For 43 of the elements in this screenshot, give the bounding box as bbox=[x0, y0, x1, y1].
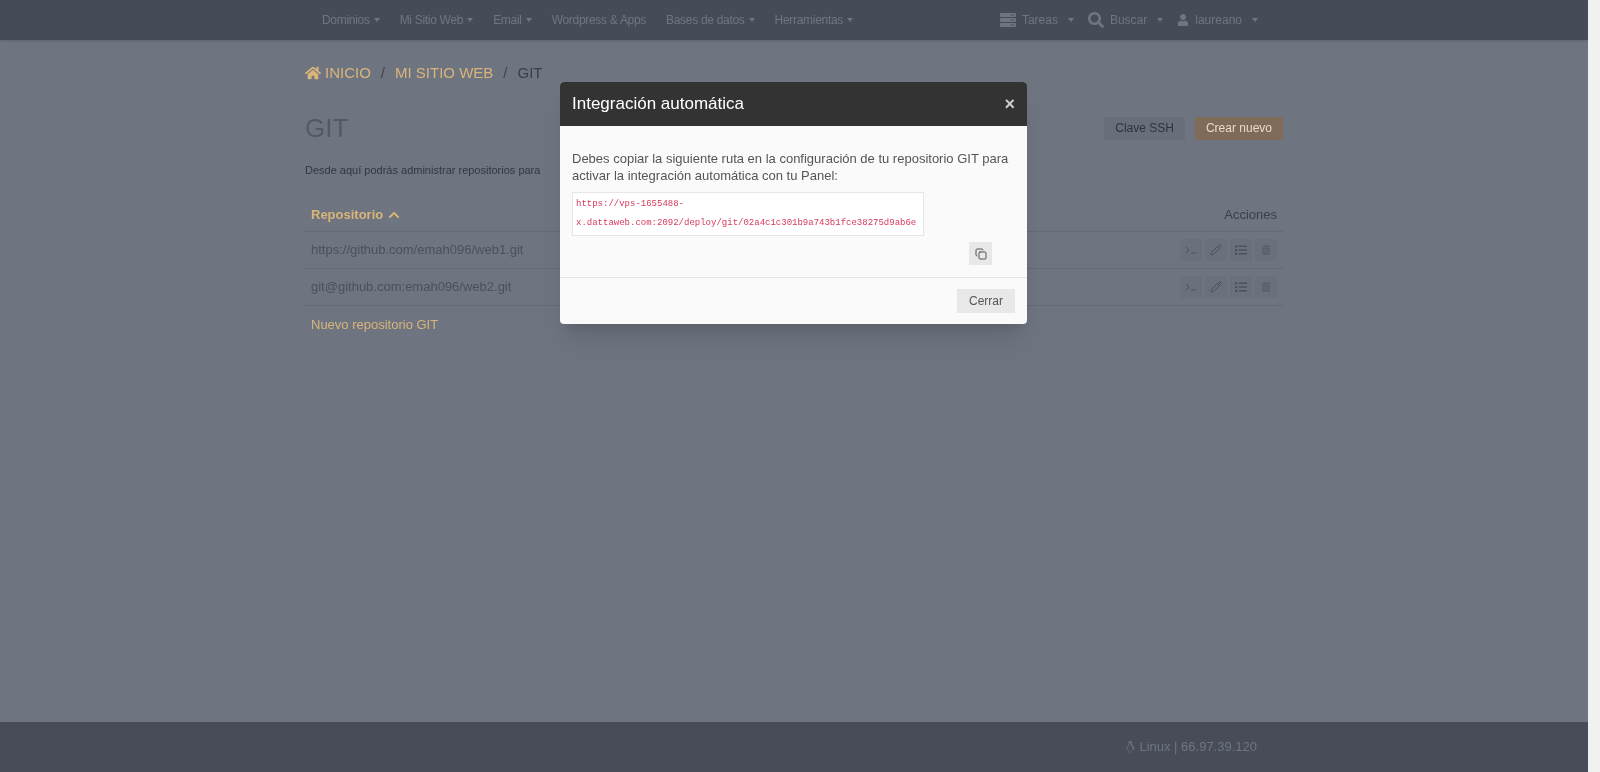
list-button[interactable] bbox=[1230, 239, 1252, 261]
column-header[interactable]: Repositorio bbox=[311, 204, 401, 225]
close-button[interactable]: × bbox=[1004, 95, 1015, 113]
home-icon bbox=[305, 65, 321, 82]
breadcrumb-link[interactable]: MI SITIO WEB bbox=[395, 62, 494, 85]
list-button[interactable] bbox=[1230, 276, 1252, 298]
terminal-button[interactable] bbox=[1180, 239, 1202, 261]
caret-icon bbox=[525, 18, 532, 22]
user-icon bbox=[1177, 14, 1190, 26]
caret-icon bbox=[373, 18, 380, 22]
server-icon bbox=[999, 12, 1016, 28]
pencil-icon bbox=[1210, 281, 1222, 293]
breadcrumb-separator: / bbox=[503, 63, 508, 83]
search-icon bbox=[1087, 12, 1104, 28]
deploy-url: https://vps-1655488-x.dattaweb.com:2092/deploy/git/02a4c1c301b9a743b1fce38275d9ab6e bbox=[572, 192, 924, 236]
pencil-icon bbox=[1210, 244, 1222, 256]
new-repository-link[interactable]: Nuevo repositorio GIT bbox=[311, 315, 439, 335]
caret-icon bbox=[1252, 18, 1258, 22]
edit-button[interactable] bbox=[1205, 276, 1227, 298]
page-description: Desde aquí podrás administrar repositorios para bbox=[305, 162, 541, 178]
terminal-icon bbox=[1185, 246, 1197, 254]
modal-title: Integración automática bbox=[572, 93, 744, 116]
terminal-icon bbox=[1185, 283, 1197, 291]
copy-icon bbox=[974, 247, 987, 260]
close-modal-button[interactable]: Cerrar bbox=[957, 289, 1015, 313]
caret-icon bbox=[1067, 18, 1074, 22]
caret-icon bbox=[1157, 18, 1164, 22]
penguin-icon bbox=[1124, 741, 1137, 753]
list-icon bbox=[1235, 281, 1247, 293]
modal-message: Debes copiar la siguiente ruta en la configuración de tu repositorio GIT para activar la integración automática con tu Panel: bbox=[572, 150, 1010, 184]
copy-button[interactable] bbox=[969, 242, 992, 265]
terminal-button[interactable] bbox=[1180, 276, 1202, 298]
page-heading-text: GIT bbox=[517, 63, 543, 83]
list-icon bbox=[1235, 244, 1247, 256]
create-button[interactable]: Crear nuevo bbox=[1194, 116, 1283, 140]
column-header: Acciones bbox=[1224, 205, 1277, 224]
breadcrumb-link[interactable]: INICIO bbox=[305, 62, 371, 85]
edit-button[interactable] bbox=[1205, 239, 1227, 261]
breadcrumb-separator: / bbox=[380, 63, 385, 83]
caret-icon bbox=[467, 18, 474, 22]
caret-icon bbox=[748, 18, 755, 22]
ssh-key-button[interactable]: Clave SSH bbox=[1104, 116, 1185, 140]
caret-icon bbox=[847, 18, 853, 22]
